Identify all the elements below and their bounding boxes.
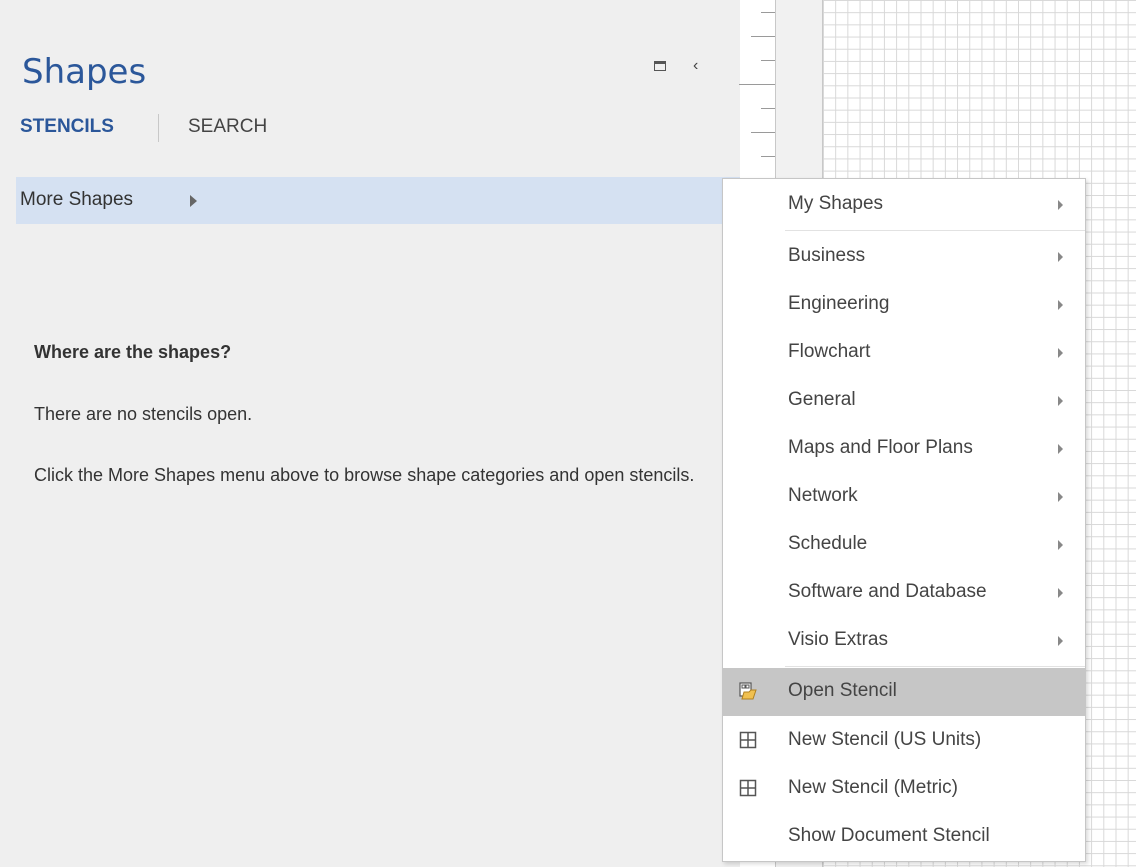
collapse-panel-icon[interactable]: ‹ xyxy=(693,56,698,76)
help-heading: Where are the shapes? xyxy=(34,342,232,362)
ruler-tick xyxy=(739,84,775,85)
menu-item-flowchart[interactable]: Flowchart xyxy=(723,329,1085,377)
panel-minimize-icon[interactable] xyxy=(654,61,666,71)
menu-item-open-stencil[interactable]: Open Stencil xyxy=(723,668,1085,716)
tab-search[interactable]: SEARCH xyxy=(188,116,267,138)
menu-item-label: Business xyxy=(788,245,866,266)
menu-item-label: Software and Database xyxy=(788,581,987,602)
menu-item-label: Network xyxy=(788,485,858,506)
menu-item-label: Visio Extras xyxy=(788,629,888,650)
ruler-tick xyxy=(751,36,775,37)
menu-item-schedule[interactable]: Schedule xyxy=(723,521,1085,569)
menu-item-label: Schedule xyxy=(788,533,868,554)
submenu-arrow-icon xyxy=(1058,444,1063,454)
menu-item-general[interactable]: General xyxy=(723,377,1085,425)
menu-item-label: Maps and Floor Plans xyxy=(788,437,973,458)
menu-item-label: My Shapes xyxy=(788,193,884,214)
help-text-no-stencils: There are no stencils open. xyxy=(34,404,253,424)
menu-item-new-stencil-metric[interactable]: New Stencil (Metric) xyxy=(723,765,1085,813)
ruler-tick xyxy=(761,12,775,13)
menu-item-maps-and-floor-plans[interactable]: Maps and Floor Plans xyxy=(723,425,1085,473)
menu-item-network[interactable]: Network xyxy=(723,473,1085,521)
new-stencil-icon xyxy=(739,731,757,749)
help-text-instructions: Click the More Shapes menu above to brow… xyxy=(34,465,695,485)
menu-item-label: Open Stencil xyxy=(788,680,897,701)
ruler-tick xyxy=(751,132,775,133)
submenu-arrow-icon xyxy=(1058,492,1063,502)
submenu-arrow-icon xyxy=(1058,348,1063,358)
new-stencil-icon xyxy=(739,779,757,797)
menu-item-label: General xyxy=(788,389,856,410)
menu-separator xyxy=(785,666,1085,667)
menu-item-new-stencil-us[interactable]: New Stencil (US Units) xyxy=(723,717,1085,765)
menu-item-business[interactable]: Business xyxy=(723,233,1085,281)
submenu-arrow-icon xyxy=(1058,636,1063,646)
tab-divider xyxy=(158,114,159,142)
menu-item-label: New Stencil (US Units) xyxy=(788,729,982,750)
submenu-arrow-icon xyxy=(1058,588,1063,598)
menu-item-engineering[interactable]: Engineering xyxy=(723,281,1085,329)
more-shapes-label: More Shapes xyxy=(20,189,134,210)
panel-title: Shapes xyxy=(22,52,147,92)
shapes-panel: Shapes ‹ STENCILS SEARCH More Shapes Whe… xyxy=(0,0,740,867)
submenu-arrow-icon xyxy=(1058,396,1063,406)
menu-separator xyxy=(785,230,1085,231)
ruler-tick xyxy=(761,60,775,61)
submenu-arrow-icon xyxy=(1058,540,1063,550)
chevron-right-icon xyxy=(190,195,197,207)
menu-item-label: Flowchart xyxy=(788,341,871,362)
submenu-arrow-icon xyxy=(1058,200,1063,210)
menu-item-label: Engineering xyxy=(788,293,890,314)
more-shapes-button[interactable]: More Shapes xyxy=(16,177,740,224)
menu-item-show-document-stencil[interactable]: Show Document Stencil xyxy=(723,813,1085,861)
menu-item-label: New Stencil (Metric) xyxy=(788,777,958,798)
ruler-tick xyxy=(761,108,775,109)
ruler-tick xyxy=(761,156,775,157)
menu-item-my-shapes[interactable]: My Shapes xyxy=(723,181,1085,229)
more-shapes-menu: My Shapes Business Engineering Flowchart… xyxy=(722,178,1086,862)
menu-item-visio-extras[interactable]: Visio Extras xyxy=(723,617,1085,665)
menu-item-software-and-database[interactable]: Software and Database xyxy=(723,569,1085,617)
submenu-arrow-icon xyxy=(1058,252,1063,262)
submenu-arrow-icon xyxy=(1058,300,1063,310)
open-stencil-icon xyxy=(739,682,757,700)
tab-stencils[interactable]: STENCILS xyxy=(20,116,114,138)
menu-item-label: Show Document Stencil xyxy=(788,825,990,846)
